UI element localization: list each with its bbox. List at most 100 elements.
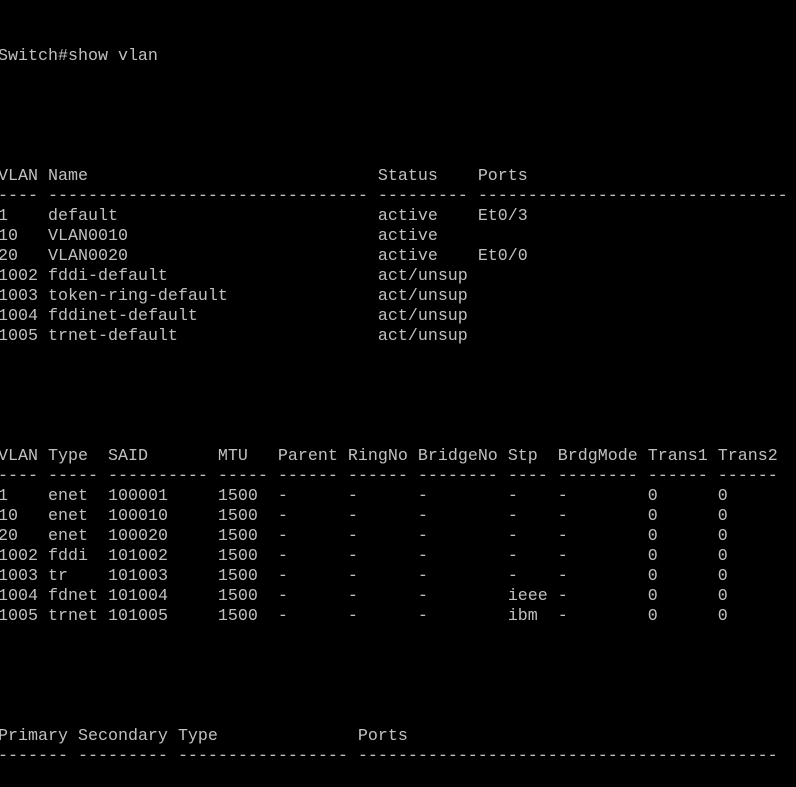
cell-trans2: 0 xyxy=(717,547,728,566)
separator-dashes: ---- xyxy=(0,187,48,206)
separator-dashes: ----- xyxy=(47,467,108,486)
cell-status: active xyxy=(377,207,478,226)
cell-vlan: 10 xyxy=(0,227,48,246)
separator-dashes: --------- xyxy=(77,747,178,766)
cell-ringno: - xyxy=(347,507,418,526)
cell-vlan: 10 xyxy=(0,507,48,526)
table-header: VLAN Name Status Ports xyxy=(0,167,788,187)
cell-status: act/unsup xyxy=(377,267,478,286)
header-status: Status xyxy=(377,167,478,186)
cell-ringno: - xyxy=(347,547,418,566)
header-brdgmode: BrdgMode xyxy=(557,447,648,466)
cell-vlan: 1003 xyxy=(0,287,48,306)
cell-ringno: - xyxy=(347,587,418,606)
cell-vlan: 1004 xyxy=(0,307,48,326)
command-prompt-line: Switch#show vlan xyxy=(0,47,788,67)
header-ringno: RingNo xyxy=(347,447,418,466)
table-separator: ---- -------------------------------- --… xyxy=(0,187,788,207)
cell-status: active xyxy=(377,247,478,266)
vlan-table: VLAN Name Status Ports ---- -------------… xyxy=(0,167,788,347)
cell-vlan: 1 xyxy=(0,207,48,226)
cell-status: act/unsup xyxy=(377,327,478,346)
cell-vlan: 20 xyxy=(0,247,48,266)
cell-ports: Et0/0 xyxy=(477,247,528,266)
separator-dashes: ------ xyxy=(347,467,418,486)
cell-trans1: 0 xyxy=(647,487,718,506)
cell-ringno: - xyxy=(347,567,418,586)
cell-brdgmode: - xyxy=(557,567,648,586)
cell-bridgeno: - xyxy=(417,607,508,626)
header-primary: Primary xyxy=(0,727,78,746)
cell-type: fddi xyxy=(47,547,108,566)
cell-parent: - xyxy=(277,547,348,566)
cell-vlan: 1002 xyxy=(0,547,48,566)
table-row: 1004 fddinet-default act/unsup xyxy=(0,307,788,327)
cell-brdgmode: - xyxy=(557,607,648,626)
table-row: 1003 tr 101003 1500 - - - - - 0 0 xyxy=(0,567,788,587)
cell-trans2: 0 xyxy=(717,587,728,606)
cell-name: default xyxy=(47,207,378,226)
separator-dashes: --------- xyxy=(377,187,478,206)
header-vlan: VLAN xyxy=(0,447,48,466)
header-secondary: Secondary xyxy=(77,727,178,746)
cell-said: 101005 xyxy=(107,607,218,626)
cell-stp: - xyxy=(507,567,558,586)
separator-dashes: ------- xyxy=(0,747,78,766)
separator-dashes: ---------- xyxy=(107,467,218,486)
cell-name: VLAN0010 xyxy=(47,227,378,246)
cell-parent: - xyxy=(277,507,348,526)
cell-type: enet xyxy=(47,487,108,506)
header-parent: Parent xyxy=(277,447,348,466)
table-row: 1004 fdnet 101004 1500 - - - ieee - 0 0 xyxy=(0,587,788,607)
cell-ringno: - xyxy=(347,607,418,626)
cell-stp: - xyxy=(507,507,558,526)
separator-dashes: ----------------------------------------… xyxy=(357,747,778,766)
cell-ringno: - xyxy=(347,487,418,506)
cell-brdgmode: - xyxy=(557,487,648,506)
separator-dashes: ---- xyxy=(507,467,558,486)
terminal-output[interactable]: Switch#show vlan VLAN Name Status Ports -… xyxy=(0,7,788,787)
cell-parent: - xyxy=(277,607,348,626)
table-row: 1003 token-ring-default act/unsup xyxy=(0,287,788,307)
cell-said: 100001 xyxy=(107,487,218,506)
header-said: SAID xyxy=(107,447,218,466)
table-row: 1 default active Et0/3 xyxy=(0,207,788,227)
table-row: 1005 trnet 101005 1500 - - - ibm - 0 0 xyxy=(0,607,788,627)
cell-trans1: 0 xyxy=(647,587,718,606)
cell-bridgeno: - xyxy=(417,507,508,526)
cell-ringno: - xyxy=(347,527,418,546)
header-trans1: Trans1 xyxy=(647,447,718,466)
cell-stp: ieee xyxy=(507,587,558,606)
header-name: Name xyxy=(47,167,378,186)
cell-said: 101004 xyxy=(107,587,218,606)
cell-type: fdnet xyxy=(47,587,108,606)
cell-trans2: 0 xyxy=(717,567,728,586)
cell-type: enet xyxy=(47,527,108,546)
cell-trans2: 0 xyxy=(717,507,728,526)
header-ports: Ports xyxy=(477,167,528,186)
cell-type: trnet xyxy=(47,607,108,626)
vlan-type-table: VLAN Type SAID MTU Parent RingNo BridgeN… xyxy=(0,447,788,627)
cell-trans1: 0 xyxy=(647,567,718,586)
table-row: 20 enet 100020 1500 - - - - - 0 0 xyxy=(0,527,788,547)
private-vlan-table: Primary Secondary Type Ports ------- ----… xyxy=(0,727,788,767)
cell-mtu: 1500 xyxy=(217,507,278,526)
cell-vlan: 1005 xyxy=(0,607,48,626)
cell-name: fddinet-default xyxy=(47,307,378,326)
cell-said: 101003 xyxy=(107,567,218,586)
table-row: 1 enet 100001 1500 - - - - - 0 0 xyxy=(0,487,788,507)
cell-vlan: 1 xyxy=(0,487,48,506)
cell-bridgeno: - xyxy=(417,527,508,546)
cell-said: 101002 xyxy=(107,547,218,566)
cell-trans2: 0 xyxy=(717,487,728,506)
cell-bridgeno: - xyxy=(417,587,508,606)
separator-dashes: ------------------------------- xyxy=(477,187,788,206)
table-row: 1002 fddi-default act/unsup xyxy=(0,267,788,287)
cell-mtu: 1500 xyxy=(217,607,278,626)
cell-said: 100020 xyxy=(107,527,218,546)
cell-name: VLAN0020 xyxy=(47,247,378,266)
separator-dashes: ------ xyxy=(647,467,718,486)
cell-mtu: 1500 xyxy=(217,527,278,546)
